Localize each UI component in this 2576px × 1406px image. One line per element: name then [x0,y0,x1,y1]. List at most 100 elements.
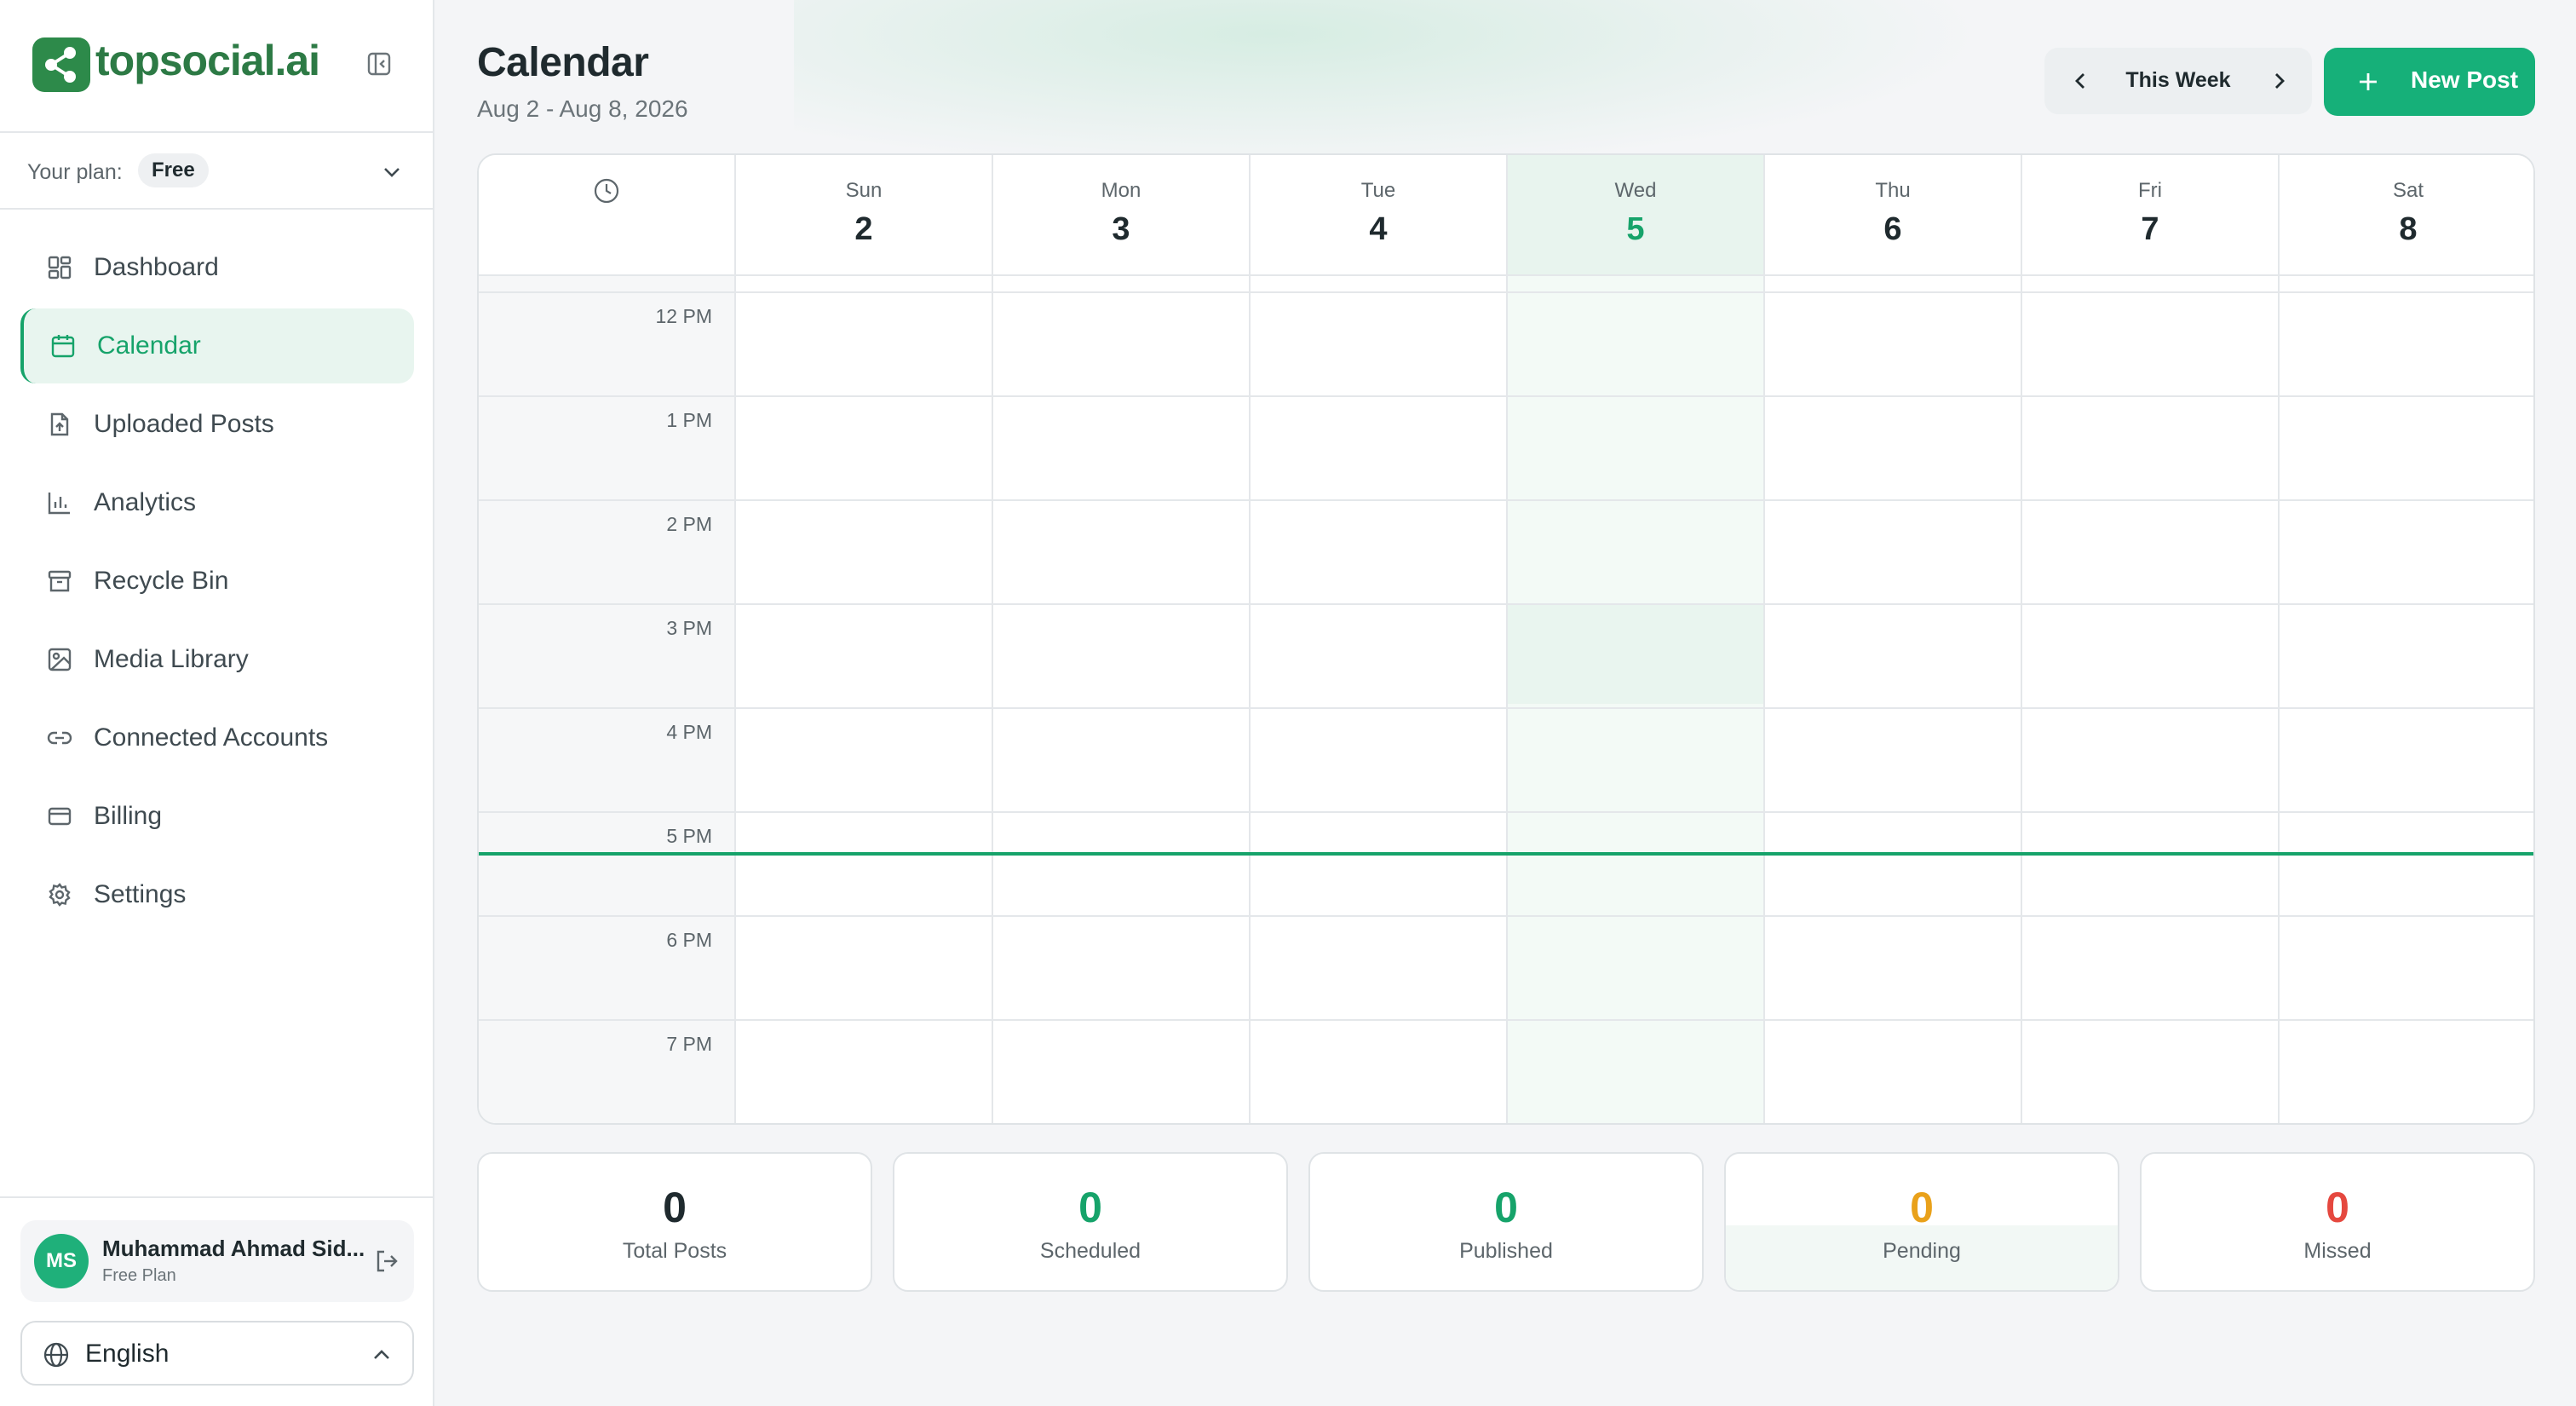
bar-chart-icon [46,489,73,516]
day-name: Thu [1875,179,1911,202]
grid-line [479,1019,2533,1021]
time-label: 5 PM [666,825,712,847]
sidebar-item-uploaded-posts[interactable]: Uploaded Posts [20,387,414,462]
logout-icon[interactable] [373,1248,400,1279]
plan-badge: Free [138,153,209,187]
sidebar-item-label: Billing [94,802,163,830]
gear-icon [46,881,73,908]
language-value: English [85,1340,170,1368]
grid-line [1249,276,1251,1123]
stat-value: 0 [1910,1184,1934,1231]
time-label: 4 PM [666,721,712,743]
day-name: Tue [1360,179,1396,202]
grid-line [479,291,2533,293]
grid-line [2278,276,2280,1123]
day-number: 8 [2399,211,2418,247]
week-navigator: This Week [2044,48,2312,114]
user-card[interactable]: MS Muhammad Ahmad Sid... Free Plan [20,1220,414,1302]
post-stats: 0 Total Posts 0 Scheduled 0 Published 0 … [477,1152,2535,1292]
day-header-thu[interactable]: Thu 6 [1763,155,2021,274]
stat-value: 0 [2326,1184,2349,1231]
grid-line [479,395,2533,397]
day-number: 4 [1369,211,1388,247]
stat-label: Scheduled [1039,1239,1141,1263]
day-number: 2 [854,211,873,247]
credit-card-icon [46,803,73,830]
day-name: Sat [2392,179,2424,202]
link-icon [46,724,73,752]
plan-label: Your plan: [27,160,123,184]
time-column-header [479,155,734,274]
time-label: 7 PM [666,1033,712,1055]
stat-pending: 0 Pending [1724,1152,2119,1292]
sidebar-item-recycle-bin[interactable]: Recycle Bin [20,544,414,619]
grid-line [479,811,2533,813]
sidebar: topsocial.ai Your plan: Free Dashboard C… [0,0,434,1406]
sidebar-item-dashboard[interactable]: Dashboard [20,230,414,305]
current-hour-cell [1506,603,1763,704]
archive-icon [46,568,73,595]
sidebar-item-connected-accounts[interactable]: Connected Accounts [20,700,414,775]
day-name: Fri [2138,179,2162,202]
week-calendar: Sun 2 Mon 3 Tue 4 Wed 5 Thu 6 Fri 7 Sat … [477,153,2535,1125]
day-name: Sun [845,179,883,202]
sidebar-item-settings[interactable]: Settings [20,857,414,932]
new-post-button[interactable]: New Post [2324,48,2535,116]
grid-line [992,276,993,1123]
stat-total-posts: 0 Total Posts [477,1152,872,1292]
time-label: 12 PM [655,305,712,327]
day-name: Wed [1614,179,1657,202]
sidebar-item-billing[interactable]: Billing [20,779,414,854]
day-name: Mon [1101,179,1141,202]
brand-name: topsocial.ai [95,37,320,84]
sidebar-item-label: Recycle Bin [94,567,229,595]
grid-line [479,707,2533,709]
sidebar-item-calendar[interactable]: Calendar [20,308,414,383]
sidebar-item-analytics[interactable]: Analytics [20,465,414,540]
sidebar-collapse-icon[interactable] [366,51,392,77]
current-time-indicator [479,852,2533,856]
grid-line [479,915,2533,917]
day-header-tue[interactable]: Tue 4 [1249,155,1506,274]
stat-value: 0 [1494,1184,1518,1231]
main-content: Calendar Aug 2 - Aug 8, 2026 This Week N… [436,0,2576,1406]
image-icon [46,646,73,673]
day-header-fri[interactable]: Fri 7 [2021,155,2278,274]
user-plan: Free Plan [102,1266,176,1285]
stat-value: 0 [663,1184,687,1231]
chevron-up-icon [370,1343,394,1371]
time-label: 1 PM [666,409,712,431]
grid-line [479,603,2533,605]
day-header-sat[interactable]: Sat 8 [2278,155,2533,274]
time-label: 2 PM [666,513,712,535]
day-header-wed[interactable]: Wed 5 [1506,155,1763,274]
sidebar-item-media-library[interactable]: Media Library [20,622,414,697]
globe-icon [43,1341,70,1373]
grid-line [2021,276,2022,1123]
day-number: 5 [1626,211,1645,247]
language-select[interactable]: English [20,1321,414,1386]
header-glow [794,0,1987,170]
stat-value: 0 [1078,1184,1102,1231]
new-post-label: New Post [2411,66,2519,93]
grid-line [734,276,736,1123]
clock-icon [594,178,619,204]
stat-label: Published [1459,1239,1553,1263]
calendar-icon [49,332,77,360]
stat-published: 0 Published [1308,1152,1704,1292]
plan-selector[interactable]: Your plan: Free [0,135,433,210]
day-header-mon[interactable]: Mon 3 [992,155,1249,274]
dashboard-icon [46,254,73,281]
file-upload-icon [46,411,73,438]
calendar-grid[interactable]: 12 PM 1 PM 2 PM 3 PM 4 PM 5 PM 6 PM 7 PM [479,276,2533,1123]
day-header-sun[interactable]: Sun 2 [734,155,992,274]
chevron-right-icon[interactable] [2266,68,2291,98]
day-number: 3 [1112,211,1130,247]
grid-line [479,499,2533,501]
grid-line [1506,276,1508,1123]
sidebar-item-label: Settings [94,880,187,908]
time-gutter [479,276,734,1123]
date-range: Aug 2 - Aug 8, 2026 [477,95,688,122]
sidebar-item-label: Media Library [94,645,249,673]
sidebar-item-label: Calendar [97,331,201,360]
